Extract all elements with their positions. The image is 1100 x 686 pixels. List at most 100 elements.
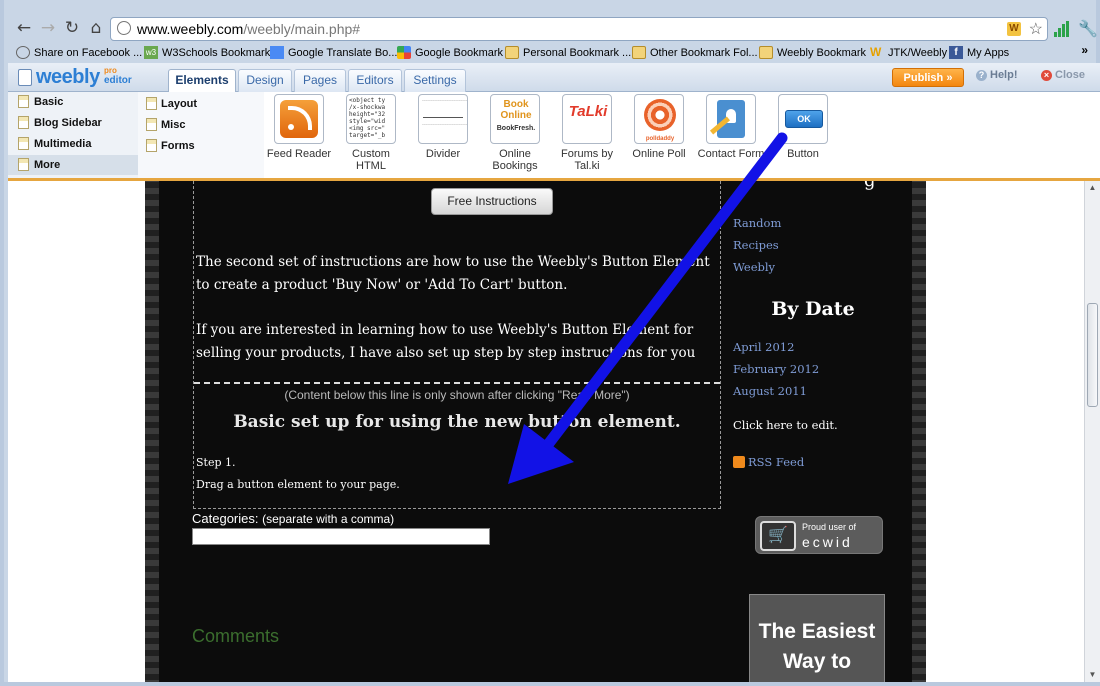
bookmark-weebly-folder[interactable]: Weebly Bookmark <box>759 44 866 62</box>
jtk-icon: W <box>870 45 882 59</box>
tab-settings[interactable]: Settings <box>404 69 466 92</box>
bookmarks-overflow-icon[interactable]: » <box>1081 43 1088 57</box>
divider-icon: ~~~~~~~~~~~~~~~~~~~~~~~~~~~~ ~~~~~~~~~~~~… <box>418 94 468 144</box>
address-bar[interactable]: www.weebly.com/weebly/main.php# W ☆ <box>110 17 1048 41</box>
page-icon <box>146 139 157 152</box>
google-translate-icon <box>270 46 284 59</box>
category-basic[interactable]: Basic <box>8 92 138 112</box>
category-more[interactable]: More <box>8 155 138 175</box>
element-custom-html[interactable]: <object ty /x-shockwa height="32 style="… <box>337 94 405 172</box>
free-instructions-button[interactable]: Free Instructions <box>431 188 553 215</box>
blog-post-body[interactable]: Free Instructions The second set of inst… <box>193 181 721 509</box>
google-icon <box>397 46 411 59</box>
element-categories: Basic Blog Sidebar Multimedia More <box>8 92 138 178</box>
archive-link-august-2011[interactable]: August 2011 <box>733 384 807 398</box>
sidebar-link-weebly[interactable]: Weebly <box>733 260 775 274</box>
back-icon[interactable]: ← <box>14 18 34 38</box>
bookfresh-icon: Book Online BookFresh. <box>496 99 536 132</box>
w3schools-icon: w3 <box>144 46 158 59</box>
element-palette: Feed Reader <object ty /x-shockwa height… <box>264 92 1100 178</box>
read-more-divider[interactable] <box>194 382 720 384</box>
categories-label: Categories: (separate with a comma) <box>192 511 395 526</box>
close-icon: × <box>1041 70 1052 81</box>
folder-icon <box>632 46 646 59</box>
bookmark-google-translate[interactable]: Google Translate Bo... <box>270 44 397 62</box>
tab-elements[interactable]: Elements <box>168 69 236 93</box>
sidebar-category-fragment: | <box>733 194 737 208</box>
element-contact-form[interactable]: Contact Form <box>697 94 765 160</box>
category-blog-sidebar[interactable]: Blog Sidebar <box>8 113 138 133</box>
subcategory-misc[interactable]: Misc <box>138 115 185 135</box>
tab-editors[interactable]: Editors <box>348 69 402 92</box>
weebly-editor-toolbar: weebly pro editor Elements Design Pages … <box>8 63 1100 181</box>
element-divider[interactable]: ~~~~~~~~~~~~~~~~~~~~~~~~~~~~ ~~~~~~~~~~~~… <box>409 94 477 160</box>
browser-toolbar: ← → ↻ ⌂ www.weebly.com/weebly/main.php# … <box>8 15 1100 43</box>
bookmark-google[interactable]: Google Bookmark <box>397 44 503 62</box>
page-scrollbar[interactable]: ▲ ▼ <box>1084 181 1100 682</box>
publish-button[interactable]: Publish » <box>892 68 964 87</box>
globe-icon <box>117 21 131 35</box>
bookmarks-bar: Share on Facebook ... w3 W3Schools Bookma… <box>8 43 1100 63</box>
sidebar-ad-banner[interactable]: The Easiest Way to <box>749 594 885 682</box>
element-button[interactable]: OK Button <box>769 94 837 160</box>
subcategory-forms[interactable]: Forms <box>138 136 195 156</box>
folder-icon <box>759 46 773 59</box>
browser-window: ← → ↻ ⌂ www.weebly.com/weebly/main.php# … <box>0 0 1100 686</box>
page-icon <box>18 116 29 129</box>
sidebar-link-random[interactable]: Random <box>733 216 781 230</box>
bookmark-other-folder[interactable]: Other Bookmark Fol... <box>632 44 758 62</box>
share-icon <box>16 46 30 59</box>
home-icon[interactable]: ⌂ <box>86 18 106 38</box>
subcategory-layout[interactable]: Layout <box>138 94 197 114</box>
bookmark-jtk-weebly[interactable]: W JTK/Weebly <box>870 44 947 62</box>
url-text: www.weebly.com/weebly/main.php# <box>137 21 361 37</box>
sidebar-link-recipes[interactable]: Recipes <box>733 238 779 252</box>
page-icon <box>18 95 29 108</box>
bookmark-star-icon[interactable]: ☆ <box>1029 19 1043 39</box>
page-canvas: g Free Instructions The second set of in… <box>8 181 1084 682</box>
site-frame-left <box>145 181 159 682</box>
archive-link-april-2012[interactable]: April 2012 <box>733 340 794 354</box>
site-frame-right <box>912 181 926 682</box>
forward-icon[interactable]: → <box>38 18 58 38</box>
element-subcategories: Layout Misc Forms <box>138 92 264 178</box>
bookmark-w3schools[interactable]: w3 W3Schools Bookmark <box>144 44 270 62</box>
bookmark-my-apps[interactable]: f My Apps <box>949 44 1009 62</box>
ecwid-badge[interactable]: 🛒 Proud user of ecwid <box>755 516 883 554</box>
editor-tab-bar: weebly pro editor Elements Design Pages … <box>8 63 1100 93</box>
close-button[interactable]: × Close <box>1041 69 1085 81</box>
custom-html-icon: <object ty /x-shockwa height="32 style="… <box>349 97 386 139</box>
click-to-edit-text[interactable]: Click here to edit. <box>733 418 838 432</box>
comments-heading: Comments <box>192 626 280 646</box>
element-online-bookings[interactable]: Book Online BookFresh. Online Bookings <box>481 94 549 172</box>
category-multimedia[interactable]: Multimedia <box>8 134 138 154</box>
categories-input[interactable] <box>192 528 490 545</box>
element-feed-reader[interactable]: Feed Reader <box>265 94 333 160</box>
element-forums-talki[interactable]: TaLki Forums by Tal.ki <box>553 94 621 172</box>
button-element-icon: OK <box>785 110 823 128</box>
rss-feed-icon <box>280 100 318 138</box>
contact-form-icon <box>717 100 745 138</box>
wrench-icon[interactable]: 🔧 <box>1078 19 1098 39</box>
talki-icon: TaLki <box>568 103 608 120</box>
scroll-up-icon[interactable]: ▲ <box>1085 181 1100 195</box>
signal-extension-icon[interactable] <box>1054 21 1070 37</box>
element-online-poll[interactable]: polldaddy Online Poll <box>625 94 693 160</box>
rss-feed-link[interactable]: RSS Feed <box>733 455 804 469</box>
reload-icon[interactable]: ↻ <box>62 18 82 38</box>
polldaddy-icon <box>644 99 676 131</box>
tab-design[interactable]: Design <box>238 69 292 92</box>
folder-icon <box>505 46 519 59</box>
scrollbar-thumb[interactable] <box>1087 303 1098 407</box>
shopping-cart-icon: 🛒 <box>760 521 796 551</box>
by-date-heading: By Date <box>771 298 855 320</box>
post-heading: Basic set up for using the new button el… <box>233 412 681 432</box>
archive-link-february-2012[interactable]: February 2012 <box>733 362 819 376</box>
scroll-down-icon[interactable]: ▼ <box>1085 668 1100 682</box>
tab-pages[interactable]: Pages <box>294 69 346 92</box>
paragraph-one: The second set of instructions are how t… <box>196 254 710 293</box>
bookmark-personal-folder[interactable]: Personal Bookmark ... <box>505 44 631 62</box>
help-button[interactable]: ? Help! <box>976 69 1018 81</box>
bookmark-share-facebook[interactable]: Share on Facebook ... <box>16 44 142 62</box>
weebly-extension-icon[interactable]: W <box>1007 22 1021 36</box>
